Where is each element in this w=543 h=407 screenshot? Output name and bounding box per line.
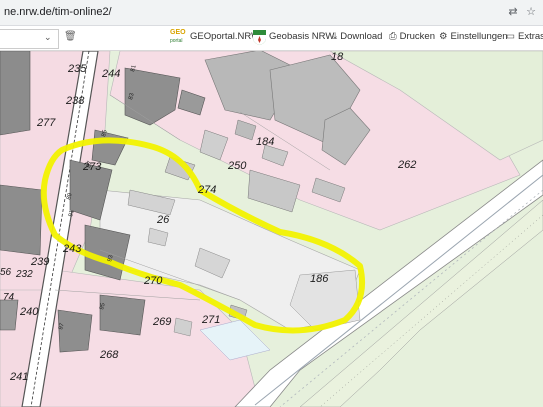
chevron-down-icon[interactable]: ⌄ [44,32,52,43]
parcel-number-label: 18 [331,51,344,63]
extras-button[interactable]: ▭ Extras [506,31,543,42]
parcel-number-label: 277 [36,117,56,129]
parcel-number-label: 243 [62,243,82,255]
print-button[interactable]: ⎙ Drucken [389,31,435,42]
url-text[interactable]: ne.nrw.de/tim-online2/ [4,6,112,18]
toolbox-icon: ▭ [506,31,515,42]
parcel-number-label: 186 [310,273,329,285]
parcel-number-label: 239 [30,256,49,268]
parcel-number-label: 271 [201,314,220,326]
parcel-number-label: 56 [0,267,12,278]
map-canvas[interactable]: 235 244 238 277 273 243 239 240 232 241 250 184 262 2… [0,51,543,407]
parcel-number-label: 268 [99,349,119,361]
geoportal-toolbar: ⌄ 🗑 GEO portal GEOportal.NRW Geobasis NR… [0,26,543,51]
parcel-number-label: 184 [256,136,274,148]
trash-icon[interactable]: 🗑 [64,31,77,42]
parcel-number-label: 232 [15,269,33,280]
parcel-number-label: 235 [67,63,87,75]
parcel-number-label: 244 [101,68,120,80]
geoportal-link[interactable]: GEOportal.NRW [190,31,260,42]
star-icon[interactable]: ☆ [524,5,538,19]
geobasis-link[interactable]: Geobasis NRW [269,31,334,42]
parcel-number-label: 74 [3,292,15,303]
geoportal-logo: GEO portal [170,29,188,47]
download-button[interactable]: ⤓ Download [333,31,382,42]
logo-text-geo: GEO [170,29,186,36]
browser-address-bar: ne.nrw.de/tim-online2/ ⇄ ☆ [0,0,543,26]
parcel-number-label: 240 [19,306,39,318]
parcel-number-label: 250 [227,160,247,172]
settings-button[interactable]: ⚙ Einstellungen [439,31,508,42]
parcel-number-label: 270 [143,275,163,287]
parcel-number-label: 241 [9,371,28,383]
translate-icon[interactable]: ⇄ [506,5,520,19]
parcel-number-label: 269 [152,316,171,328]
nrw-coat-of-arms-icon [253,30,266,45]
printer-icon: ⎙ [389,31,397,42]
gear-icon: ⚙ [439,31,448,42]
parcel-number-label: 262 [397,159,416,171]
parcel-number-label: 238 [65,95,85,107]
search-field[interactable]: ⌄ [0,29,59,49]
parcel-number-label: 274 [197,184,216,196]
logo-text-portal: portal [170,38,183,44]
parcel-number-label: 26 [156,214,170,226]
download-icon: ⤓ [333,31,338,42]
